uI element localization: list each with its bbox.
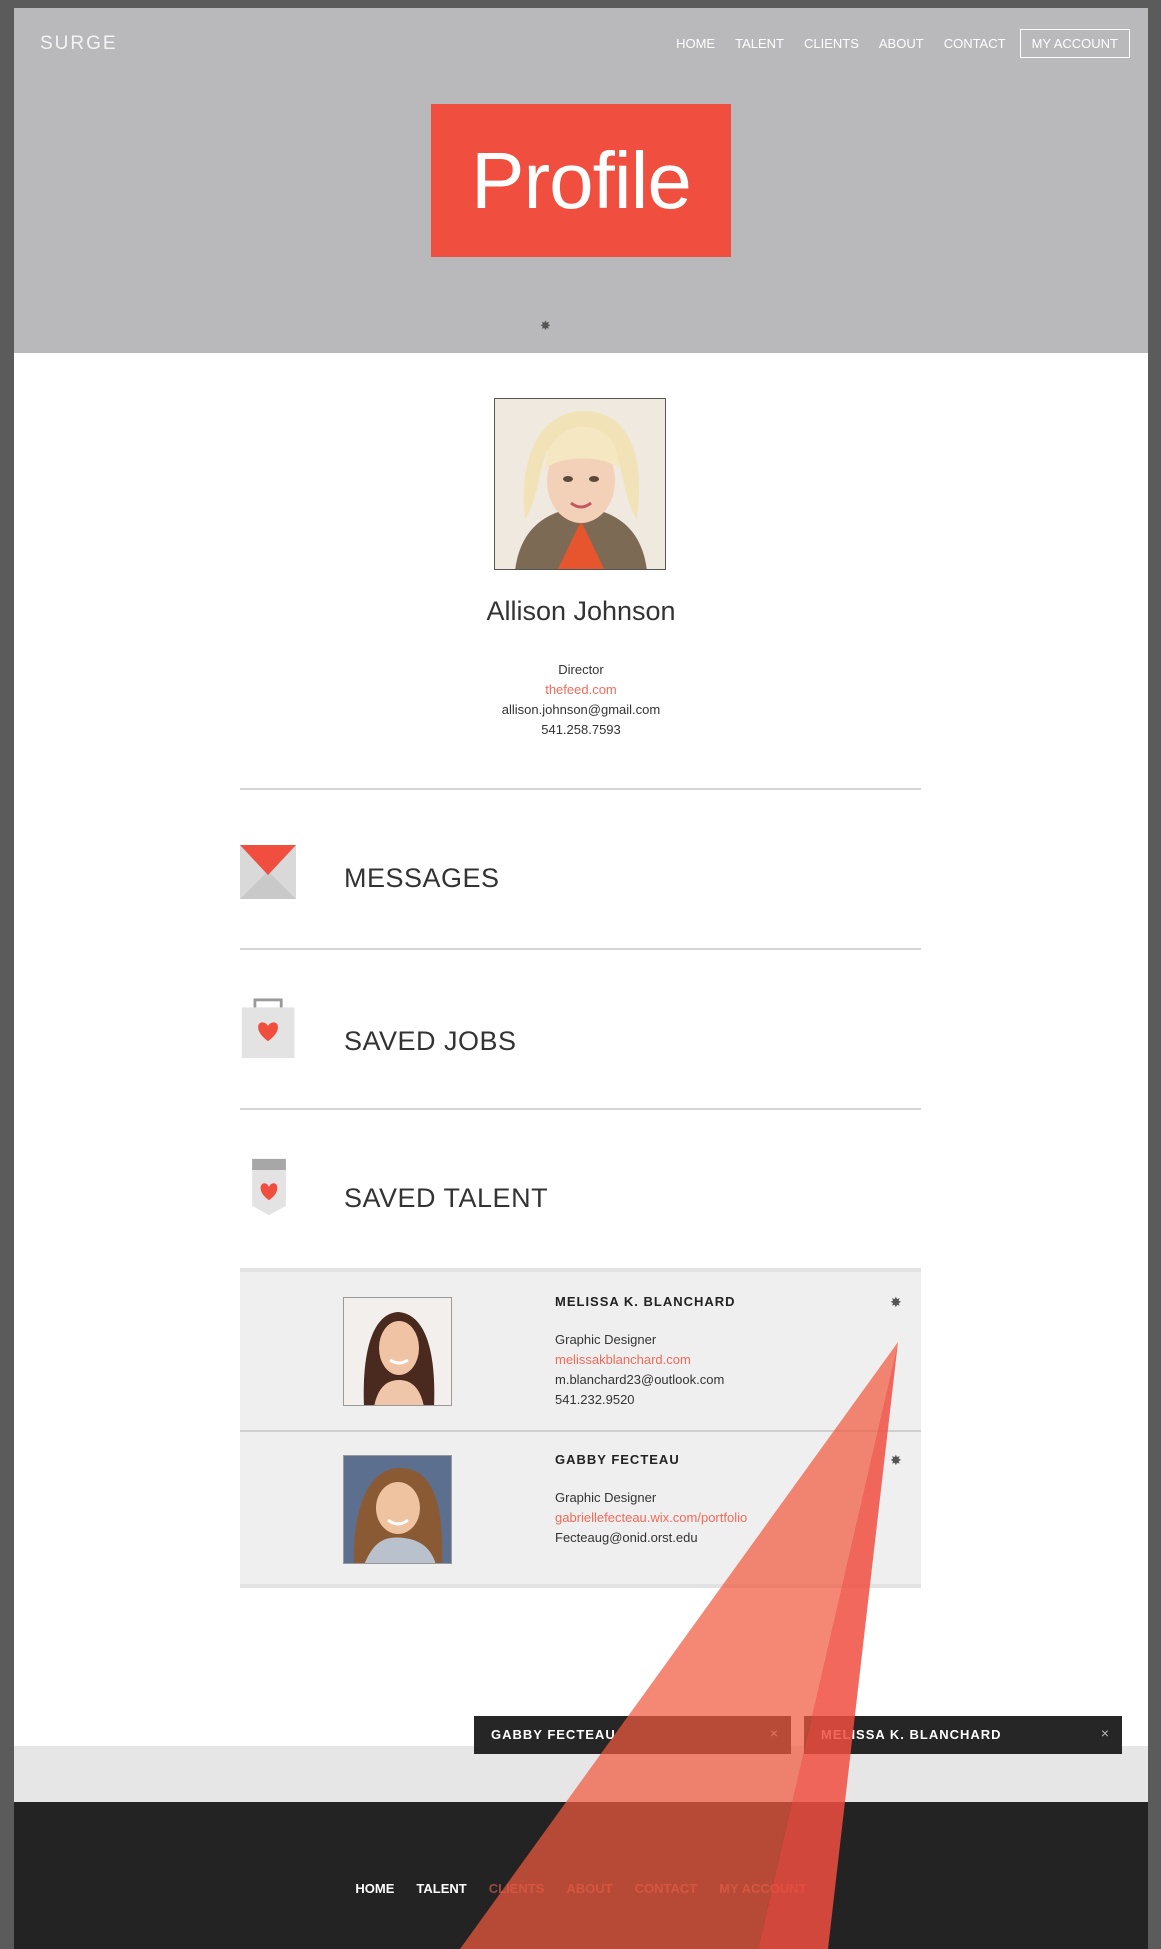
section-divider [240,1108,921,1110]
talent-photo-illustration [344,1298,451,1405]
close-icon[interactable]: × [1101,1725,1110,1741]
profile-email: allison.johnson@gmail.com [501,702,661,717]
chat-tab-name: MELISSA K. BLANCHARD [821,1727,1002,1742]
talent-email: m.blanchard23@outlook.com [555,1372,725,1387]
chat-tab[interactable]: GABBY FECTEAU × [474,1716,791,1754]
footer-nav-my-account[interactable]: MY ACCOUNT [719,1881,806,1896]
profile-avatar [494,398,666,570]
footer-nav-home[interactable]: HOME [355,1881,394,1896]
footer-nav-contact[interactable]: CONTACT [635,1881,698,1896]
profile-name: Allison Johnson [486,596,676,626]
top-nav: HOME TALENT CLIENTS ABOUT CONTACT MY ACC… [656,29,1130,58]
profile-photo-illustration [495,399,665,569]
talent-email: Fecteaug@onid.orst.edu [555,1530,698,1545]
talent-settings-gear-icon[interactable]: ✸ [890,1452,902,1469]
messages-section-link[interactable]: MESSAGES [344,863,500,894]
footer: HOME TALENT CLIENTS ABOUT CONTACT MY ACC… [14,1802,1148,1949]
nav-talent[interactable]: TALENT [735,36,784,51]
section-divider [240,948,921,950]
nav-contact[interactable]: CONTACT [944,36,1006,51]
talent-role: Graphic Designer [555,1332,657,1347]
close-icon[interactable]: × [770,1725,779,1741]
footer-nav-about[interactable]: ABOUT [566,1881,612,1896]
profile-role: Director [558,662,604,677]
chat-bar [14,1746,1148,1802]
chat-tab[interactable]: MELISSA K. BLANCHARD × [804,1716,1122,1754]
saved-jobs-section-link[interactable]: SAVED JOBS [344,1026,517,1057]
talent-website-link[interactable]: gabriellefecteau.wix.com/portfolio [555,1510,747,1525]
talent-name[interactable]: MELISSA K. BLANCHARD [555,1294,736,1309]
section-divider [240,788,921,790]
talent-photo[interactable] [343,1297,452,1406]
footer-nav-clients[interactable]: CLIENTS [489,1881,545,1896]
saved-talent-list: MELISSA K. BLANCHARD Graphic Designer me… [240,1268,921,1588]
edit-profile-gear-icon[interactable]: ✸ [540,319,551,332]
brand-logo[interactable]: SURGE [40,33,118,55]
nav-about[interactable]: ABOUT [879,36,924,51]
my-account-button[interactable]: MY ACCOUNT [1019,29,1130,58]
chat-tab-name: GABBY FECTEAU [491,1727,616,1742]
nav-clients[interactable]: CLIENTS [804,36,859,51]
envelope-icon [240,845,296,899]
talent-settings-gear-icon[interactable]: ✸ [890,1294,902,1311]
bag-heart-icon [241,998,295,1059]
footer-nav-talent[interactable]: TALENT [416,1881,466,1896]
talent-role: Graphic Designer [555,1490,657,1505]
footer-nav: HOME TALENT CLIENTS ABOUT CONTACT MY ACC… [14,1881,1148,1896]
talent-row: GABBY FECTEAU Graphic Designer gabrielle… [240,1430,921,1588]
talent-phone: 541.232.9520 [555,1392,635,1407]
talent-photo-illustration [344,1456,451,1563]
profile-phone: 541.258.7593 [541,722,621,737]
profile-website-link[interactable]: thefeed.com [14,682,1148,697]
saved-talent-section-link[interactable]: SAVED TALENT [344,1183,548,1214]
talent-name[interactable]: GABBY FECTEAU [555,1452,680,1467]
page-frame: SURGE HOME TALENT CLIENTS ABOUT CONTACT … [14,8,1148,1949]
nav-home[interactable]: HOME [676,36,715,51]
talent-website-link[interactable]: melissakblanchard.com [555,1352,691,1367]
talent-row: MELISSA K. BLANCHARD Graphic Designer me… [240,1272,921,1430]
tag-heart-icon [252,1158,286,1216]
page-title: Profile [431,104,731,257]
talent-photo[interactable] [343,1455,452,1564]
hero-header: SURGE HOME TALENT CLIENTS ABOUT CONTACT … [14,8,1148,353]
